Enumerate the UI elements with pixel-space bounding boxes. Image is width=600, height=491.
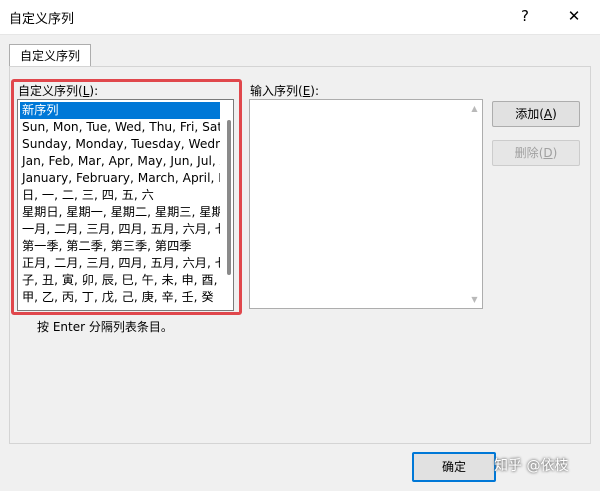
listbox-scrollbar-thumb[interactable] <box>227 120 231 275</box>
list-entries-accesskey: E <box>302 84 311 98</box>
hint-text: 按 Enter 分隔列表条目。 <box>37 320 173 334</box>
custom-lists-accesskey: L <box>82 84 90 98</box>
list-item[interactable]: 第一季, 第二季, 第三季, 第四季 <box>20 238 220 255</box>
list-entries-label-text: 输入序列 <box>250 84 299 98</box>
list-item[interactable]: 星期日, 星期一, 星期二, 星期三, 星期四 <box>20 204 220 221</box>
list-item[interactable]: 甲, 乙, 丙, 丁, 戊, 己, 庚, 辛, 壬, 癸 <box>20 289 220 306</box>
delete-accesskey: D <box>543 146 553 160</box>
add-button-label: 添加 <box>515 107 540 121</box>
ok-button[interactable]: 确定 <box>412 452 496 482</box>
scroll-down-icon[interactable]: ▼ <box>469 294 480 305</box>
list-item[interactable]: 一月, 二月, 三月, 四月, 五月, 六月, 七月 <box>20 221 220 238</box>
delete-button-label: 删除 <box>514 146 539 160</box>
custom-lists-listbox[interactable]: 新序列 Sun, Mon, Tue, Wed, Thu, Fri, Sat Su… <box>17 99 234 311</box>
list-item[interactable]: 新序列 <box>20 102 220 119</box>
custom-lists-label-text: 自定义序列 <box>18 84 79 98</box>
watermark: 知乎 @依枝 <box>494 458 569 474</box>
list-entries-textarea[interactable]: ▲ ▼ <box>249 99 483 309</box>
window-title: 自定义序列 <box>9 12 75 27</box>
list-item[interactable]: January, February, March, April, May <box>20 170 220 187</box>
list-item[interactable]: 正月, 二月, 三月, 四月, 五月, 六月, 七月 <box>20 255 220 272</box>
custom-lists-label: 自定义序列(L): <box>18 84 99 98</box>
list-item[interactable]: 子, 丑, 寅, 卯, 辰, 巳, 午, 未, 申, 酉, 戌 <box>20 272 220 289</box>
help-icon: ? <box>521 7 529 25</box>
add-button[interactable]: 添加(A) <box>492 101 580 127</box>
close-icon: ✕ <box>567 7 581 25</box>
close-button[interactable]: ✕ <box>560 3 588 29</box>
tab-custom-lists[interactable]: 自定义序列 <box>9 44 91 67</box>
list-item[interactable]: Jan, Feb, Mar, Apr, May, Jun, Jul, Aug <box>20 153 220 170</box>
list-item[interactable]: 日, 一, 二, 三, 四, 五, 六 <box>20 187 220 204</box>
scroll-up-icon[interactable]: ▲ <box>469 103 480 114</box>
help-button[interactable]: ? <box>511 3 539 29</box>
title-bar: 自定义序列 ? ✕ <box>0 0 600 35</box>
list-item[interactable]: Sun, Mon, Tue, Wed, Thu, Fri, Sat <box>20 119 220 136</box>
delete-button[interactable]: 删除(D) <box>492 140 580 166</box>
add-accesskey: A <box>543 107 553 121</box>
entries-scrollbar[interactable]: ▲ ▼ <box>467 100 482 308</box>
list-item[interactable]: Sunday, Monday, Tuesday, Wednesday <box>20 136 220 153</box>
list-entries-label: 输入序列(E): <box>250 84 320 98</box>
